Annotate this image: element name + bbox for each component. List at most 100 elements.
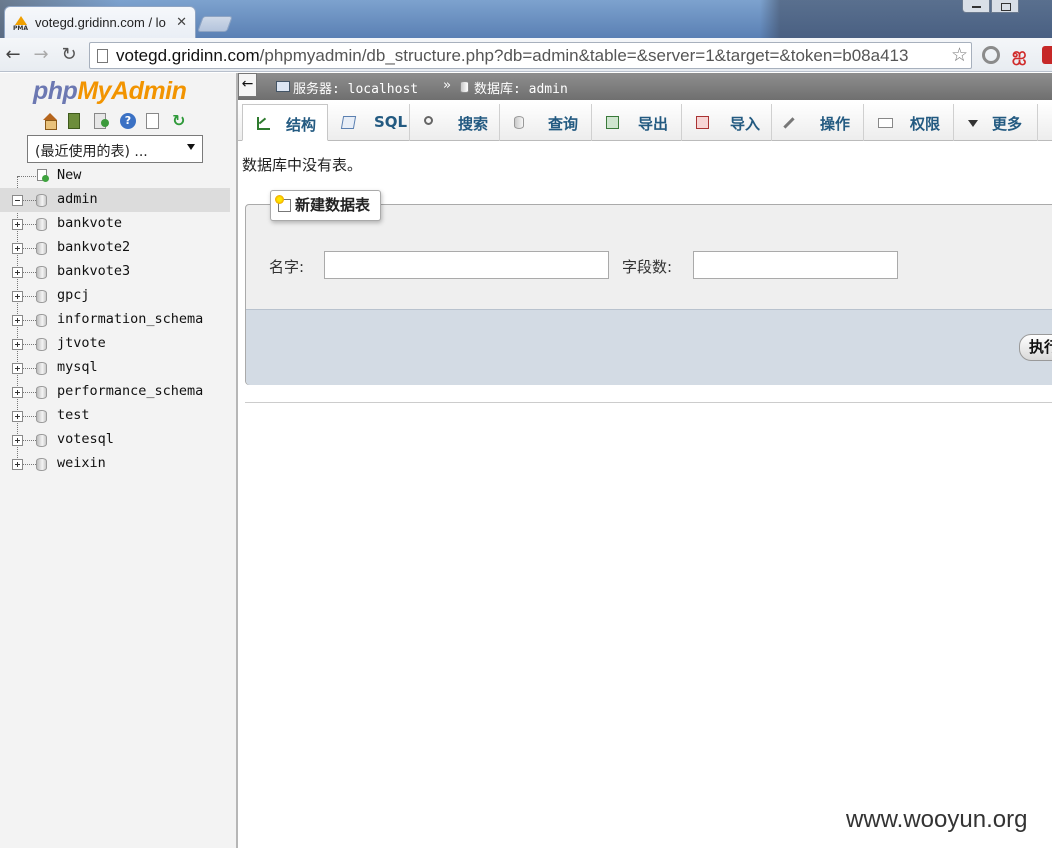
breadcrumb-server[interactable]: 服务器: localhost	[293, 78, 418, 97]
database-tree: New admin bankvote bankvote2 bankvote3 g…	[0, 164, 236, 476]
database-icon	[36, 290, 47, 303]
tree-new-database[interactable]: New	[0, 164, 236, 188]
watermark: www.wooyun.org	[846, 806, 1028, 833]
tree-db-label[interactable]: test	[57, 407, 90, 423]
database-icon	[36, 314, 47, 327]
database-icon	[36, 434, 47, 447]
columns-count-input[interactable]	[693, 251, 898, 279]
tab-import[interactable]: 导入	[682, 104, 772, 141]
tree-db-label[interactable]: admin	[57, 191, 98, 207]
extension-circle-icon[interactable]	[982, 46, 1000, 64]
minimize-window-icon[interactable]	[962, 0, 990, 13]
tree-db-mysql[interactable]: mysql	[0, 356, 236, 380]
database-icon	[36, 266, 47, 279]
more-icon	[968, 120, 978, 127]
database-icon	[36, 218, 47, 231]
home-icon[interactable]	[42, 113, 58, 130]
tab-label: 操作	[820, 115, 851, 133]
tab-operations[interactable]: 操作	[772, 104, 864, 141]
browser-toolbar: ← → ↻ votegd.gridinn.com/phpmyadmin/db_s…	[0, 38, 1052, 72]
tree-db-bankvote3[interactable]: bankvote3	[0, 260, 236, 284]
tab-export[interactable]: 导出	[592, 104, 682, 141]
expand-icon[interactable]	[12, 219, 23, 230]
tree-db-label[interactable]: bankvote3	[57, 263, 130, 279]
tab-sql[interactable]: SQL	[328, 104, 410, 141]
tree-db-votesql[interactable]: votesql	[0, 428, 236, 452]
back-arrow-icon[interactable]: ←	[2, 44, 24, 66]
database-icon	[36, 242, 47, 255]
url-text[interactable]: votegd.gridinn.com/phpmyadmin/db_structu…	[116, 46, 936, 66]
operations-icon	[783, 117, 802, 136]
tab-search[interactable]: 搜索	[410, 104, 500, 141]
tree-db-information-schema[interactable]: information_schema	[0, 308, 236, 332]
expand-icon[interactable]	[12, 315, 23, 326]
collapse-sidebar-button[interactable]: ←	[238, 73, 257, 97]
expand-icon[interactable]	[12, 339, 23, 350]
new-database-icon	[37, 169, 49, 182]
tab-more[interactable]: 更多	[954, 104, 1038, 141]
tab-privileges[interactable]: 权限	[864, 104, 954, 141]
logout-icon[interactable]	[68, 113, 80, 129]
forward-arrow-icon[interactable]: →	[30, 44, 52, 66]
page-icon	[97, 49, 108, 63]
columns-count-label: 字段数:	[622, 258, 673, 276]
address-bar[interactable]: votegd.gridinn.com/phpmyadmin/db_structu…	[89, 42, 972, 69]
tree-db-gpcj[interactable]: gpcj	[0, 284, 236, 308]
tree-db-label[interactable]: jtvote	[57, 335, 106, 351]
expand-icon[interactable]	[12, 459, 23, 470]
query-window-icon[interactable]	[94, 113, 109, 129]
new-tab-button[interactable]	[197, 16, 233, 32]
tree-db-jtvote[interactable]: jtvote	[0, 332, 236, 356]
expand-icon[interactable]	[12, 387, 23, 398]
expand-icon[interactable]	[12, 267, 23, 278]
tree-db-label[interactable]: bankvote	[57, 215, 122, 231]
reload-navigation-icon[interactable]: ↻	[172, 113, 188, 129]
query-icon	[514, 116, 524, 129]
privileges-icon	[878, 118, 893, 128]
database-icon	[460, 81, 469, 93]
close-tab-icon[interactable]: ✕	[176, 15, 187, 30]
tree-db-label[interactable]: gpcj	[57, 287, 90, 303]
go-button[interactable]: 执行	[1019, 334, 1052, 361]
expand-icon[interactable]	[12, 435, 23, 446]
tab-query[interactable]: 查询	[500, 104, 592, 141]
breadcrumb-database[interactable]: 数据库: admin	[474, 78, 568, 97]
extension-red-icon[interactable]: ஐ	[1012, 46, 1030, 64]
tab-label: 结构	[286, 116, 317, 134]
tab-label: 导出	[638, 115, 669, 133]
database-icon	[36, 338, 47, 351]
tree-db-label[interactable]: information_schema	[57, 311, 203, 327]
navigation-panel: phpMyAdmin ? ↻ (最近使用的表) ... New admin ba…	[0, 73, 236, 848]
bookmark-star-icon[interactable]: ☆	[951, 44, 968, 66]
maximize-window-icon[interactable]	[991, 0, 1019, 13]
main-content: ← 服务器: localhost » 数据库: admin 结构 SQL 搜索 …	[238, 73, 1052, 848]
tree-db-admin[interactable]: admin	[0, 188, 230, 212]
recent-tables-select[interactable]: (最近使用的表) ...	[27, 135, 203, 163]
expand-icon[interactable]	[12, 291, 23, 302]
tree-new-label[interactable]: New	[57, 167, 81, 183]
browser-tab-strip: PMA votegd.gridinn.com / lo ✕	[0, 0, 1052, 39]
browser-tab[interactable]: PMA votegd.gridinn.com / lo ✕	[4, 6, 196, 39]
tree-db-label[interactable]: votesql	[57, 431, 114, 447]
tab-structure[interactable]: 结构	[242, 104, 328, 141]
tree-db-label[interactable]: bankvote2	[57, 239, 130, 255]
expand-icon[interactable]	[12, 243, 23, 254]
tree-db-bankvote[interactable]: bankvote	[0, 212, 236, 236]
form-footer: 执行	[246, 309, 1052, 385]
tree-db-test[interactable]: test	[0, 404, 236, 428]
help-icon[interactable]: ?	[120, 113, 136, 129]
collapse-icon[interactable]	[12, 195, 23, 206]
table-name-input[interactable]	[324, 251, 609, 279]
tree-db-bankvote2[interactable]: bankvote2	[0, 236, 236, 260]
phpmyadmin-logo[interactable]: phpMyAdmin	[33, 77, 187, 106]
documentation-icon[interactable]	[146, 113, 159, 129]
tree-db-label[interactable]: weixin	[57, 455, 106, 471]
expand-icon[interactable]	[12, 363, 23, 374]
tree-db-weixin[interactable]: weixin	[0, 452, 236, 476]
expand-icon[interactable]	[12, 411, 23, 422]
extension-menu-icon[interactable]	[1042, 46, 1052, 64]
tree-db-label[interactable]: performance_schema	[57, 383, 203, 399]
tree-db-label[interactable]: mysql	[57, 359, 98, 375]
reload-icon[interactable]: ↻	[58, 44, 80, 66]
tree-db-performance-schema[interactable]: performance_schema	[0, 380, 236, 404]
